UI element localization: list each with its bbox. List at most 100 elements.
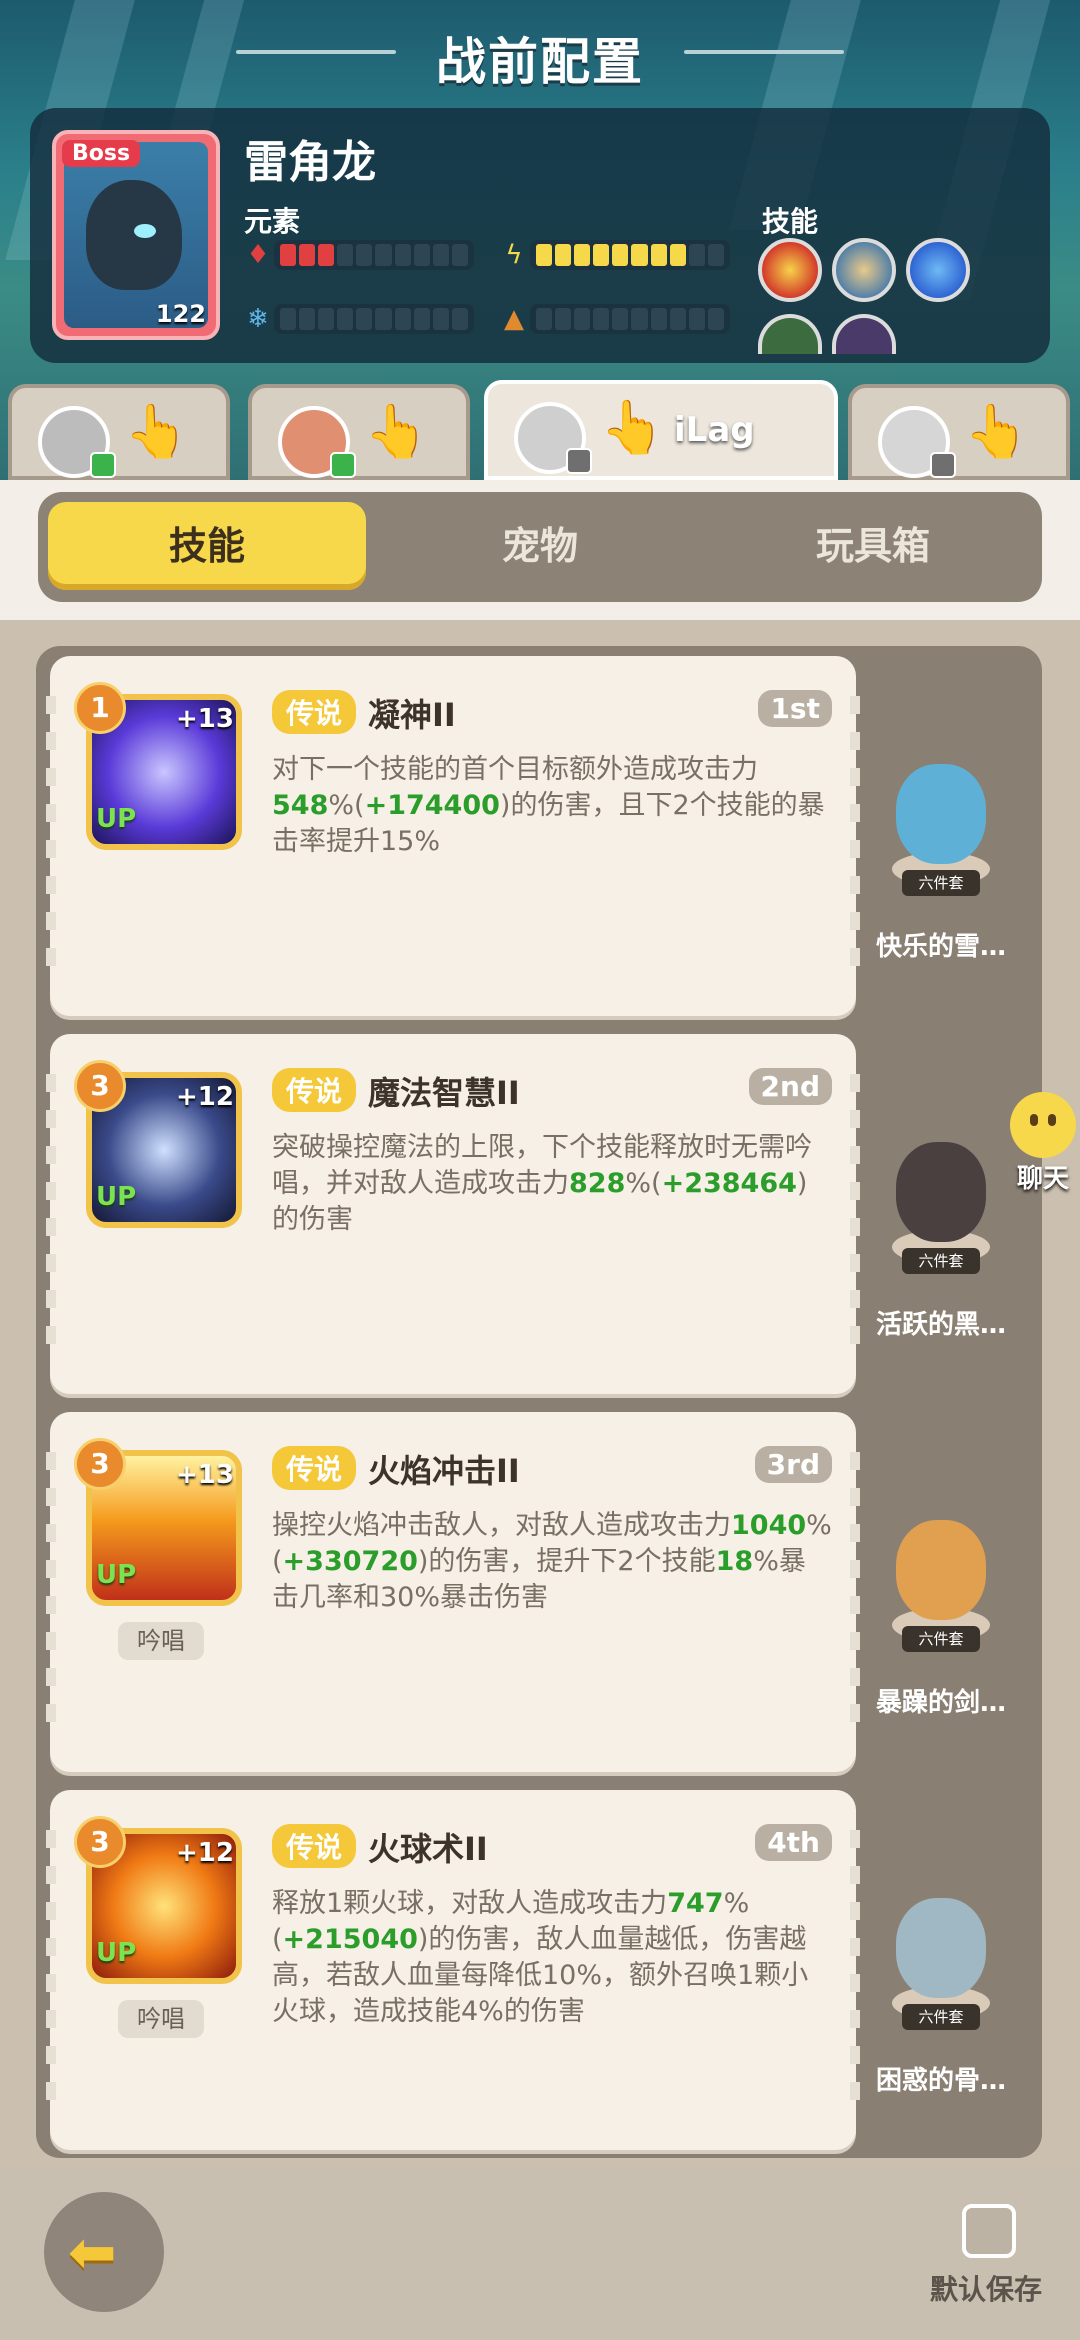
- skill-text: 操控火焰冲击敌人，对敌人造成攻击力: [272, 1510, 731, 1541]
- like-hand-icon[interactable]: 👆: [124, 402, 189, 462]
- skill-value: 747: [667, 1888, 724, 1919]
- card-edge-decoration: [850, 696, 860, 976]
- bar-segment: [451, 308, 468, 330]
- boss-skill-lightning-icon[interactable]: [906, 238, 970, 302]
- earth-icon: ▲: [504, 304, 524, 334]
- bar-segment: [375, 308, 392, 330]
- skill-name: 凝神II: [368, 696, 456, 734]
- boss-skill-extra-icon[interactable]: [758, 314, 822, 354]
- skill-plus-level: +12: [176, 1082, 234, 1112]
- skill-value: +238464: [661, 1168, 797, 1199]
- bar-segment: [394, 308, 411, 330]
- skill-value: 1040: [731, 1510, 807, 1541]
- bar-segment: [280, 308, 297, 330]
- skill-card[interactable]: 3 +12 UP 吟唱 传说 火球术II 4th 释放1颗火球，对敌人造成攻击力747%(+2…: [46, 1790, 860, 2150]
- pet-slot[interactable]: 六件套快乐的雪…: [866, 656, 1016, 1016]
- boss-portrait[interactable]: Boss 122: [52, 130, 220, 340]
- skill-up-label: UP: [96, 804, 137, 834]
- bar-segment: [574, 244, 591, 266]
- card-edge-decoration: [46, 1830, 56, 2110]
- like-hand-icon[interactable]: 👆: [364, 402, 429, 462]
- tab-skills[interactable]: 技能: [48, 502, 366, 590]
- player-tab[interactable]: 👆: [848, 384, 1070, 480]
- bar-segment: [375, 244, 392, 266]
- fire-icon: ♦: [246, 240, 270, 270]
- bar-segment: [593, 244, 610, 266]
- ice-element-bar: [274, 304, 474, 334]
- pet-figure: [896, 1142, 986, 1242]
- bar-segment: [413, 308, 430, 330]
- skill-value: 18: [715, 1546, 754, 1577]
- offline-badge-icon: [566, 448, 592, 474]
- pet-slot[interactable]: 六件套活跃的黑…: [866, 1034, 1016, 1394]
- pet-figure: [896, 1898, 986, 1998]
- pet-name: 困惑的骨…: [875, 2066, 1006, 2096]
- default-save-checkbox[interactable]: [962, 2204, 1016, 2258]
- like-hand-icon[interactable]: 👆: [964, 402, 1029, 462]
- chat-button[interactable]: 聊天: [1006, 1092, 1080, 1195]
- skill-card[interactable]: 3 +13 UP 吟唱 传说 火焰冲击II 3rd 操控火焰冲击敌人，对敌人造成攻击力1040…: [46, 1412, 860, 1772]
- bar-segment: [337, 308, 354, 330]
- skill-value: 828: [569, 1168, 626, 1199]
- boss-panel[interactable]: Boss 122 雷角龙 元素 ♦ ϟ ❄ ▲ 技能: [30, 108, 1050, 363]
- element-label: 元素: [244, 205, 301, 238]
- bar-segment: [650, 308, 667, 330]
- skill-card[interactable]: 3 +12 UP 传说 魔法智慧II 2nd 突破操控魔法的上限，下个技能释放时无需吟唱，并…: [46, 1034, 860, 1394]
- pet-slot[interactable]: 六件套 暴躁的剑…: [866, 1412, 1016, 1772]
- player-tab[interactable]: 👆: [8, 384, 230, 480]
- bar-segment: [707, 244, 724, 266]
- smiley-icon: [1010, 1092, 1076, 1158]
- skill-text: 释放1颗火球，对敌人造成攻击力: [272, 1888, 668, 1919]
- bar-segment: [536, 244, 553, 266]
- tab-toybox[interactable]: 玩具箱: [714, 502, 1032, 590]
- skill-plus-level: +13: [176, 1460, 234, 1490]
- boss-dragon-figure: [86, 180, 182, 290]
- skill-description: 操控火焰冲击敌人，对敌人造成攻击力1040%(+330720)的伤害，提升下2个…: [272, 1508, 832, 1616]
- bar-segment: [669, 308, 686, 330]
- pet-set-label: 六件套: [902, 1248, 980, 1274]
- pet-name: 活跃的黑…: [875, 1310, 1006, 1340]
- tab-pets[interactable]: 宠物: [381, 502, 699, 590]
- card-edge-decoration: [850, 1830, 860, 2110]
- skill-description: 突破操控魔法的上限，下个技能释放时无需吟唱，并对敌人造成攻击力828%(+238…: [272, 1130, 832, 1238]
- bar-segment: [612, 308, 629, 330]
- bar-segment: [631, 244, 648, 266]
- boss-eye: [134, 224, 156, 238]
- bar-segment: [432, 244, 449, 266]
- bar-segment: [555, 244, 572, 266]
- boss-skill-extra-icon[interactable]: [832, 314, 896, 354]
- boss-skill-fire-icon[interactable]: [758, 238, 822, 302]
- skill-order-badge: 4th: [755, 1824, 832, 1861]
- skill-rank-badge: 3: [74, 1060, 126, 1112]
- skill-up-label: UP: [96, 1560, 137, 1590]
- skill-order-badge: 2nd: [748, 1068, 832, 1105]
- player-tab[interactable]: 👆: [248, 384, 470, 480]
- skill-name: 魔法智慧II: [368, 1074, 520, 1112]
- pet-set-label: 六件套: [902, 2004, 980, 2030]
- player-tab-active[interactable]: 👆 iLag: [484, 380, 838, 480]
- bar-segment: [356, 308, 373, 330]
- boss-level: 122: [155, 300, 206, 328]
- card-edge-decoration: [850, 1452, 860, 1732]
- skill-rank-badge: 1: [74, 682, 126, 734]
- bar-segment: [593, 308, 610, 330]
- pet-slot[interactable]: 六件套困惑的骨…: [866, 1790, 1016, 2150]
- skill-card[interactable]: 1 +13 UP 传说 凝神II 1st 对下一个技能的首个目标额外造成攻击力 548%(+1…: [46, 656, 860, 1016]
- pet-name: 快乐的雪…: [875, 932, 1006, 962]
- back-button[interactable]: ⬅: [44, 2192, 164, 2312]
- skill-rank-badge: 3: [74, 1438, 126, 1490]
- skill-plus-level: +12: [176, 1838, 234, 1868]
- bar-segment: [631, 308, 648, 330]
- lightning-element-bar: [530, 240, 730, 270]
- rarity-tag: 传说: [272, 1824, 357, 1868]
- skill-description: 释放1颗火球，对敌人造成攻击力747%(+215040)的伤害，敌人血量越低，伤…: [272, 1886, 832, 2030]
- pet-set-label: 六件套: [902, 870, 980, 896]
- subnav: 技能 宠物 玩具箱: [38, 492, 1042, 602]
- boss-skill-sword-icon[interactable]: [832, 238, 896, 302]
- like-hand-icon[interactable]: 👆: [600, 398, 665, 458]
- skill-value: +330720: [282, 1546, 418, 1577]
- card-edge-decoration: [46, 1074, 56, 1354]
- bar-segment: [337, 244, 354, 266]
- pet-set-label: 六件套: [902, 1626, 980, 1652]
- bar-segment: [394, 244, 411, 266]
